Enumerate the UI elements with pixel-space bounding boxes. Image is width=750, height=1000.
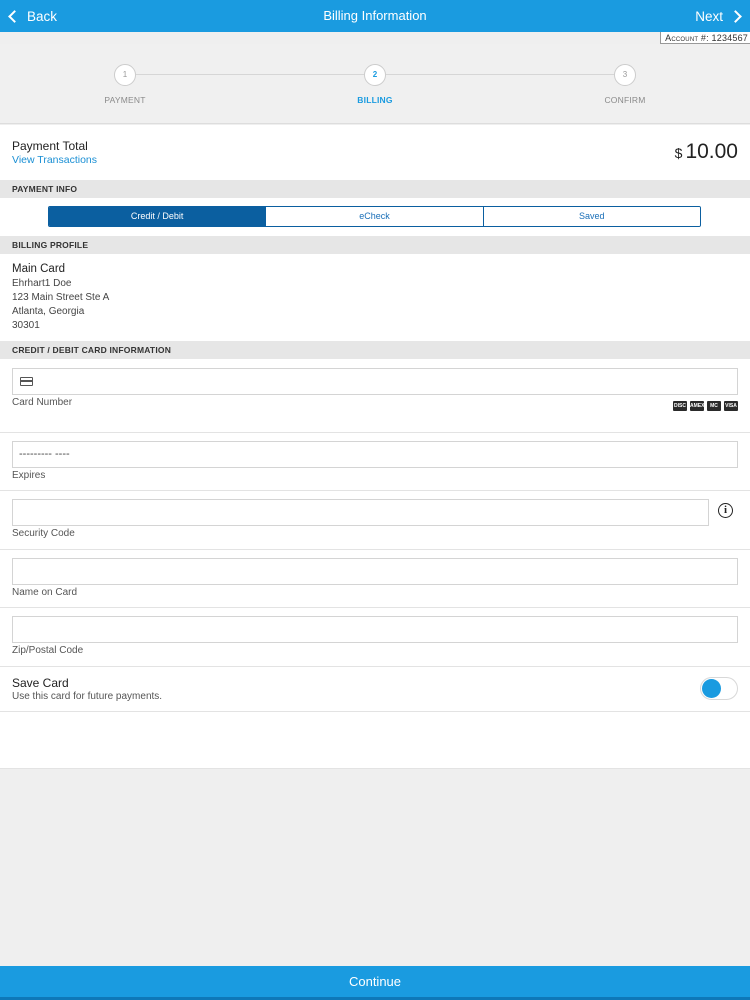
- save-card-subtitle: Use this card for future payments.: [12, 691, 163, 702]
- step-3-label: CONFIRM: [604, 95, 646, 105]
- zip-input[interactable]: [12, 616, 738, 643]
- step-1-label: PAYMENT: [104, 95, 146, 105]
- step-2-label: BILLING: [357, 95, 393, 105]
- card-info-header: CREDIT / DEBIT CARD INFORMATION: [0, 341, 750, 359]
- visa-icon: VISA: [724, 401, 738, 411]
- name-on-card-label: Name on Card: [12, 587, 78, 598]
- name-on-card-input[interactable]: [12, 558, 738, 585]
- mastercard-icon: MC: [707, 401, 721, 411]
- card-brand-icons: DISC AMEX MC VISA: [673, 401, 738, 411]
- amount-value: 10.00: [685, 140, 738, 163]
- step-connector: [386, 74, 614, 75]
- currency-symbol: $: [674, 145, 683, 161]
- security-code-row: i Security Code: [0, 491, 750, 550]
- profile-name: Main Card: [12, 263, 66, 275]
- name-on-card-row: Name on Card: [0, 550, 750, 608]
- discover-icon: DISC: [673, 401, 687, 411]
- profile-zip: 30301: [12, 320, 40, 331]
- save-card-toggle[interactable]: [700, 677, 738, 700]
- toggle-knob: [702, 679, 721, 698]
- info-icon[interactable]: i: [718, 503, 733, 518]
- zip-label: Zip/Postal Code: [12, 645, 84, 656]
- credit-card-icon: [20, 377, 33, 386]
- step-3-circle: 3: [614, 64, 636, 86]
- profile-holder: Ehrhart1 Doe: [12, 278, 72, 289]
- security-code-input[interactable]: [12, 499, 709, 526]
- save-card-row: Save Card Use this card for future payme…: [0, 667, 750, 712]
- payment-info-header: PAYMENT INFO: [0, 180, 750, 198]
- payment-amount: $ 10.00: [675, 140, 738, 164]
- view-transactions-link[interactable]: View Transactions: [12, 154, 97, 166]
- profile-city-state: Atlanta, Georgia: [12, 306, 85, 317]
- billing-profile-section: Main Card Ehrhart1 Doe 123 Main Street S…: [0, 254, 750, 341]
- next-button[interactable]: Next: [695, 0, 742, 32]
- step-connector: [136, 74, 364, 75]
- payment-total-section: Payment Total View Transactions $ 10.00: [0, 125, 750, 180]
- payment-method-segmented-control: Credit / Debit eCheck Saved: [48, 206, 701, 227]
- account-number: 1234567: [711, 33, 748, 43]
- expires-label: Expires: [12, 470, 46, 481]
- tab-echeck[interactable]: eCheck: [266, 207, 484, 226]
- page-title: Billing Information: [323, 8, 427, 23]
- chevron-right-icon: [729, 9, 742, 23]
- card-number-input[interactable]: [12, 368, 738, 395]
- expires-row: --------- ---- Expires: [0, 433, 750, 491]
- account-label: Account #:: [665, 33, 709, 43]
- profile-street: 123 Main Street Ste A: [12, 292, 110, 303]
- card-number-row: Card Number DISC AMEX MC VISA: [0, 359, 750, 433]
- step-1-circle: 1: [114, 64, 136, 86]
- continue-button[interactable]: Continue: [0, 966, 750, 1000]
- progress-stepper: 1 2 3 PAYMENT BILLING CONFIRM: [0, 44, 750, 124]
- payment-total-label: Payment Total: [12, 139, 88, 153]
- next-label: Next: [695, 8, 723, 24]
- step-2-circle: 2: [364, 64, 386, 86]
- tab-saved[interactable]: Saved: [483, 207, 700, 226]
- save-card-title: Save Card: [12, 676, 69, 690]
- security-code-label: Security Code: [12, 528, 75, 539]
- nav-bar: Back Billing Information Next: [0, 0, 750, 32]
- zip-row: Zip/Postal Code: [0, 608, 750, 667]
- billing-profile-header: BILLING PROFILE: [0, 236, 750, 254]
- card-number-label: Card Number: [12, 397, 73, 408]
- payment-method-section: Credit / Debit eCheck Saved: [0, 198, 750, 236]
- blank-spacer: [0, 712, 750, 769]
- tab-credit-debit[interactable]: Credit / Debit: [49, 207, 267, 226]
- expires-input[interactable]: --------- ----: [12, 441, 738, 468]
- account-number-badge: Account #: 1234567: [660, 32, 750, 44]
- amex-icon: AMEX: [690, 401, 705, 411]
